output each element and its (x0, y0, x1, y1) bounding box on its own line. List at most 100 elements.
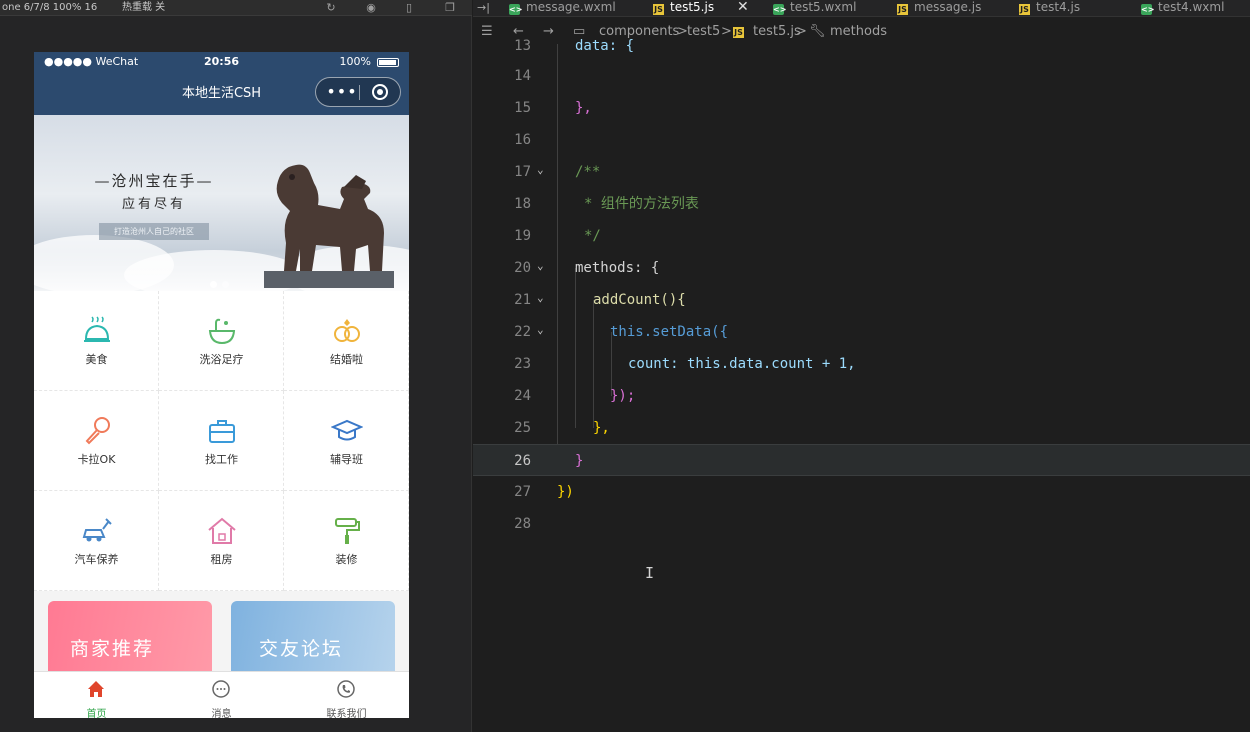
phone-icon (337, 680, 355, 698)
line-number: 22 (514, 324, 531, 340)
line-number: 24 (514, 388, 531, 404)
code-line-23: 23 count: this.data.count + 1, (473, 348, 1250, 380)
editor-tabs: →| <> message.wxml JS test5.js ✕ <> test5.w… (473, 0, 1250, 17)
fold-chevron-icon[interactable]: ⌄ (537, 163, 551, 176)
bath-icon (208, 318, 236, 345)
line-number: 26 (514, 453, 531, 469)
swiper-indicator (210, 273, 234, 291)
tab-test4-wxml[interactable]: <> test4.wxml (1141, 0, 1224, 17)
line-number: 21 (514, 292, 531, 308)
more-icon[interactable]: ••• (326, 78, 358, 106)
grid-item-food[interactable]: 美食 (34, 291, 159, 391)
line-number: 27 (514, 484, 531, 500)
tab-label: 联系我们 (326, 709, 367, 718)
grid-item-decoration[interactable]: 装修 (284, 491, 409, 591)
tab-label: 消息 (211, 709, 232, 718)
grid-item-label: 租房 (210, 553, 233, 566)
line-code: /** (575, 164, 601, 180)
code-line-22: 22 ⌄ this.setData({ (473, 316, 1250, 348)
fold-chevron-icon[interactable]: ⌄ (537, 259, 551, 272)
microphone-icon (85, 417, 110, 445)
close-mini-program-icon[interactable] (372, 84, 388, 100)
tab-contact[interactable]: 联系我们 (284, 672, 409, 718)
tab-home[interactable]: 首页 (34, 672, 159, 718)
line-code: data: { (575, 38, 635, 54)
navigation-bar: 本地生活CSH ••• (34, 72, 409, 115)
line-code: }) (557, 484, 574, 500)
swiper-dot[interactable] (210, 281, 217, 288)
code-line-21: 21 ⌄ addCount(){ (473, 284, 1250, 316)
line-number: 19 (514, 228, 531, 244)
social-forum-card[interactable]: 交友论坛 (231, 601, 395, 681)
tab-label: test5.wxml (790, 0, 857, 14)
tab-test4-js[interactable]: JS test4.js (1019, 0, 1080, 17)
graduation-cap-icon (331, 419, 363, 441)
grid-item-label: 美食 (85, 353, 108, 366)
tab-message-js[interactable]: JS message.js (897, 0, 981, 17)
fold-chevron-icon[interactable]: ⌄ (537, 323, 551, 336)
mouse-ibeam-icon: I (645, 564, 655, 582)
line-number: 28 (514, 516, 531, 532)
line-number: 13 (514, 38, 531, 54)
stop-icon[interactable]: ◉ (365, 2, 377, 14)
grid-item-label: 辅导班 (330, 453, 363, 466)
swiper-dot[interactable] (222, 281, 229, 288)
tab-test5-wxml[interactable]: <> test5.wxml (773, 0, 856, 17)
device-selector[interactable]: one 6/7/8 100% 16 (2, 0, 97, 16)
grid-item-jobs[interactable]: 找工作 (159, 391, 284, 491)
grid-item-label: 洗浴足疗 (199, 353, 244, 366)
simulator-panel: one 6/7/8 100% 16 热重载 关 ↻ ◉ ▯ ❐ ●●●●● We… (0, 0, 472, 732)
grid-item-tutoring[interactable]: 辅导班 (284, 391, 409, 491)
tab-label: 首页 (86, 709, 107, 718)
line-code: }); (610, 388, 636, 404)
grid-item-bath[interactable]: 洗浴足疗 (159, 291, 284, 391)
code-editor: →| <> message.wxml JS test5.js ✕ <> test5.w… (473, 0, 1250, 732)
feature-cards: 商家推荐 交友论坛 (34, 591, 409, 681)
phone-screen: ●●●●● WeChat 20:56 100% 本地生活CSH ••• —沧州宝… (34, 52, 409, 718)
banner-swiper[interactable]: —沧州宝在手— 应有尽有 打造沧州人自己的社区 (34, 115, 409, 291)
grid-item-karaoke[interactable]: 卡拉OK (34, 391, 159, 491)
js-file-icon: JS (897, 4, 908, 15)
house-icon (208, 517, 236, 544)
line-number: 18 (514, 196, 531, 212)
tab-test5-js[interactable]: JS test5.js (653, 0, 714, 17)
tab-label: message.js (914, 0, 982, 14)
code-line-16: 16 (473, 124, 1250, 156)
capsule-divider (359, 85, 360, 100)
line-code: }, (575, 100, 592, 116)
wxml-file-icon: <> (509, 4, 523, 15)
simulator-toolbar: one 6/7/8 100% 16 热重载 关 ↻ ◉ ▯ ❐ (0, 0, 472, 16)
code-line-17: 17 ⌄ /** (473, 156, 1250, 188)
code-line-19: 19 */ (473, 220, 1250, 252)
refresh-icon[interactable]: ↻ (325, 2, 337, 14)
grid-item-rental[interactable]: 租房 (159, 491, 284, 591)
split-editor-icon[interactable]: →| (477, 1, 490, 14)
merchant-recommend-card[interactable]: 商家推荐 (48, 601, 212, 681)
phone-icon[interactable]: ▯ (403, 2, 415, 14)
home-icon (88, 681, 104, 697)
line-code: * 组件的方法列表 (584, 196, 699, 212)
grid-item-label: 卡拉OK (77, 453, 116, 466)
fold-chevron-icon[interactable]: ⌄ (537, 291, 551, 304)
line-number: 14 (514, 68, 531, 84)
code-line-26: 26 } (473, 444, 1250, 476)
tab-message-wxml[interactable]: <> message.wxml (509, 0, 616, 17)
status-bar: ●●●●● WeChat 20:56 100% (34, 52, 409, 72)
grid-item-label: 结婚啦 (330, 353, 363, 366)
copy-window-icon[interactable]: ❐ (444, 2, 456, 14)
line-number: 20 (514, 260, 531, 276)
briefcase-icon (209, 420, 235, 443)
wedding-rings-icon (334, 319, 360, 342)
line-number: 25 (514, 420, 531, 436)
battery-icon (377, 58, 399, 67)
tab-messages[interactable]: 消息 (159, 672, 284, 718)
message-icon (212, 680, 230, 698)
code-area[interactable]: 13 data: { 14 15 }, 16 17 ⌄ /** 18 * 组件的… (473, 38, 1250, 732)
paint-roller-icon (335, 518, 360, 544)
close-tab-icon[interactable]: ✕ (737, 0, 749, 14)
code-line-24: 24 }); (473, 380, 1250, 412)
hot-reload-toggle[interactable]: 热重载 关 (122, 0, 165, 16)
grid-item-car-service[interactable]: 汽车保养 (34, 491, 159, 591)
grid-item-wedding[interactable]: 结婚啦 (284, 291, 409, 391)
code-line-20: 20 ⌄ methods: { (473, 252, 1250, 284)
